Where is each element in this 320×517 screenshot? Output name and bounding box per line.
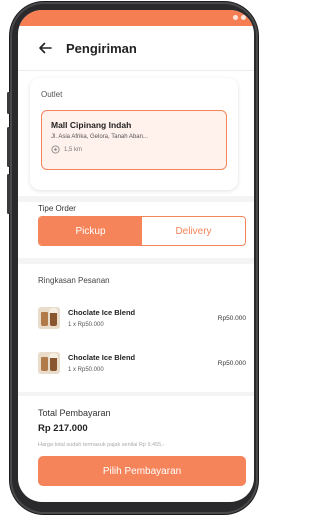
status-icons bbox=[233, 15, 246, 20]
arrow-left-icon[interactable] bbox=[36, 39, 54, 57]
status-indicator-icon bbox=[241, 15, 246, 20]
order-item-name: Choclate Ice Blend bbox=[68, 308, 136, 317]
order-item-price: Rp50.000 bbox=[217, 314, 246, 322]
status-bar bbox=[18, 10, 254, 26]
order-item-info: Choclate Ice Blend 1 x Rp50.000 bbox=[68, 353, 218, 373]
order-item-quantity: 1 x Rp50.000 bbox=[68, 322, 104, 328]
order-type-section-label: Tipe Order bbox=[38, 204, 76, 213]
order-item-quantity: 1 x Rp50.000 bbox=[68, 367, 104, 373]
app-header: Pengiriman bbox=[18, 26, 254, 71]
outlet-address: Jl. Asia Afrika, Gelora, Tanah Aban... bbox=[51, 134, 148, 140]
product-image bbox=[38, 307, 60, 329]
order-type-toggle: Pickup Delivery bbox=[38, 216, 246, 246]
outlet-section-label: Outlet bbox=[41, 90, 63, 99]
outlet-selector[interactable]: Mall Cipinang Indah Jl. Asia Afrika, Gel… bbox=[41, 110, 227, 170]
total-payment-value: Rp 217.000 bbox=[38, 423, 88, 434]
location-pin-icon bbox=[51, 145, 60, 154]
section-divider bbox=[18, 258, 254, 264]
order-item-price: Rp50.000 bbox=[217, 359, 246, 367]
page-title: Pengiriman bbox=[66, 40, 137, 56]
phone-side-button bbox=[7, 174, 10, 214]
status-indicator-icon bbox=[233, 15, 238, 20]
product-image bbox=[38, 352, 60, 374]
choose-payment-button[interactable]: Pilih Pembayaran bbox=[38, 456, 246, 486]
outlet-name: Mall Cipinang Indah bbox=[51, 120, 132, 130]
section-divider bbox=[18, 392, 254, 396]
phone-side-button bbox=[7, 92, 10, 114]
outlet-distance: 1,5 km bbox=[51, 145, 217, 154]
delivery-option-button[interactable]: Delivery bbox=[142, 217, 245, 245]
order-item: Choclate Ice Blend 1 x Rp50.000 Rp50.000 bbox=[38, 349, 246, 377]
order-item: Choclate Ice Blend 1 x Rp50.000 Rp50.000 bbox=[38, 304, 246, 332]
order-item-name: Choclate Ice Blend bbox=[68, 353, 136, 362]
outlet-card: Outlet Mall Cipinang Indah Jl. Asia Afri… bbox=[30, 78, 238, 190]
app-screen: Pengiriman Outlet Mall Cipinang Indah Jl… bbox=[18, 10, 254, 502]
section-divider bbox=[18, 196, 254, 202]
order-item-info: Choclate Ice Blend 1 x Rp50.000 bbox=[68, 308, 218, 328]
pickup-option-button[interactable]: Pickup bbox=[39, 217, 142, 245]
phone-side-button bbox=[7, 127, 10, 167]
tax-note: Harga total sudah termasuk pajak senilai… bbox=[38, 442, 165, 448]
order-summary-section-label: Ringkasan Pesanan bbox=[38, 276, 110, 285]
outlet-distance-value: 1,5 km bbox=[64, 146, 83, 153]
total-payment-label: Total Pembayaran bbox=[38, 408, 111, 418]
